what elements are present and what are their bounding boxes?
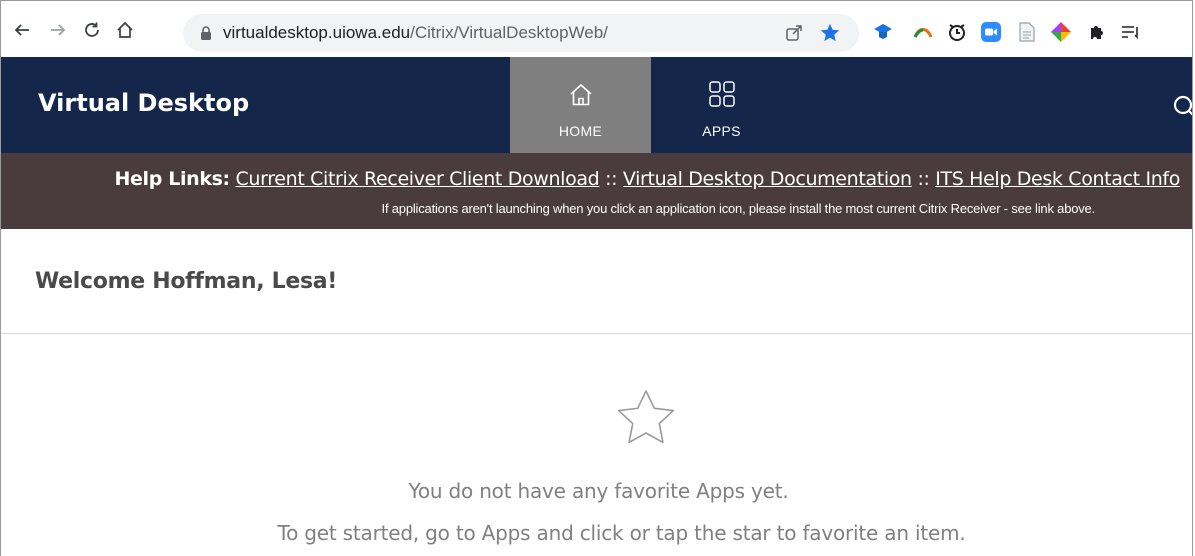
divider: [1, 333, 1192, 334]
link-separator: ::: [605, 168, 618, 190]
extension-arc-icon[interactable]: [913, 22, 933, 42]
link-virtual-desktop-documentation[interactable]: Virtual Desktop Documentation: [623, 168, 912, 190]
document-icon[interactable]: [1017, 22, 1037, 42]
alarm-clock-icon[interactable]: [947, 22, 967, 42]
welcome-message: Welcome Hoffman, Lesa!: [35, 269, 338, 294]
colorful-extension-icon[interactable]: [1051, 22, 1071, 42]
url-path: /Citrix/VirtualDesktopWeb/: [410, 23, 608, 42]
help-note: If applications aren't launching when yo…: [381, 201, 1096, 216]
reading-list-icon[interactable]: [1121, 22, 1141, 42]
home-icon: [568, 82, 594, 113]
extension-hat-icon[interactable]: [873, 22, 893, 42]
link-citrix-receiver-download[interactable]: Current Citrix Receiver Client Download: [236, 168, 600, 190]
back-icon[interactable]: [11, 19, 33, 41]
apps-grid-icon: [708, 80, 736, 113]
link-its-help-desk-contact[interactable]: ITS Help Desk Contact Info: [935, 168, 1180, 190]
search-icon[interactable]: [1172, 94, 1192, 125]
tab-home[interactable]: HOME: [510, 57, 651, 153]
reload-icon[interactable]: [81, 19, 103, 41]
tab-apps[interactable]: APPS: [651, 57, 792, 153]
forward-icon[interactable]: [47, 19, 69, 41]
home-icon[interactable]: [114, 19, 136, 41]
help-links-bar: Help Links: Current Citrix Receiver Clie…: [1, 153, 1192, 229]
tab-apps-label: APPS: [702, 123, 741, 139]
tab-home-label: HOME: [558, 123, 603, 139]
share-icon[interactable]: [785, 24, 803, 47]
empty-favorites-star-icon: [614, 388, 678, 453]
brand-title: Virtual Desktop: [38, 89, 250, 117]
zoom-icon[interactable]: [981, 22, 1001, 42]
lock-icon[interactable]: [200, 26, 212, 45]
bookmark-star-icon[interactable]: [819, 22, 841, 49]
help-links-line: Help Links: Current Citrix Receiver Clie…: [114, 168, 1180, 190]
help-links-label: Help Links:: [114, 168, 230, 190]
browser-window: virtualdesktop.uiowa.edu/Citrix/VirtualD…: [0, 0, 1193, 556]
empty-favorites-hint: To get started, go to Apps and click or …: [277, 521, 966, 545]
link-separator: ::: [917, 168, 930, 190]
app-header: Virtual Desktop HOME APPS: [1, 57, 1192, 153]
browser-toolbar: virtualdesktop.uiowa.edu/Citrix/VirtualD…: [1, 1, 1192, 58]
url-text[interactable]: virtualdesktop.uiowa.edu/Citrix/VirtualD…: [223, 23, 608, 43]
url-domain: virtualdesktop.uiowa.edu: [223, 23, 411, 42]
empty-favorites-title: You do not have any favorite Apps yet.: [408, 479, 789, 503]
address-bar[interactable]: virtualdesktop.uiowa.edu/Citrix/VirtualD…: [183, 14, 859, 52]
puzzle-icon[interactable]: [1087, 22, 1107, 42]
